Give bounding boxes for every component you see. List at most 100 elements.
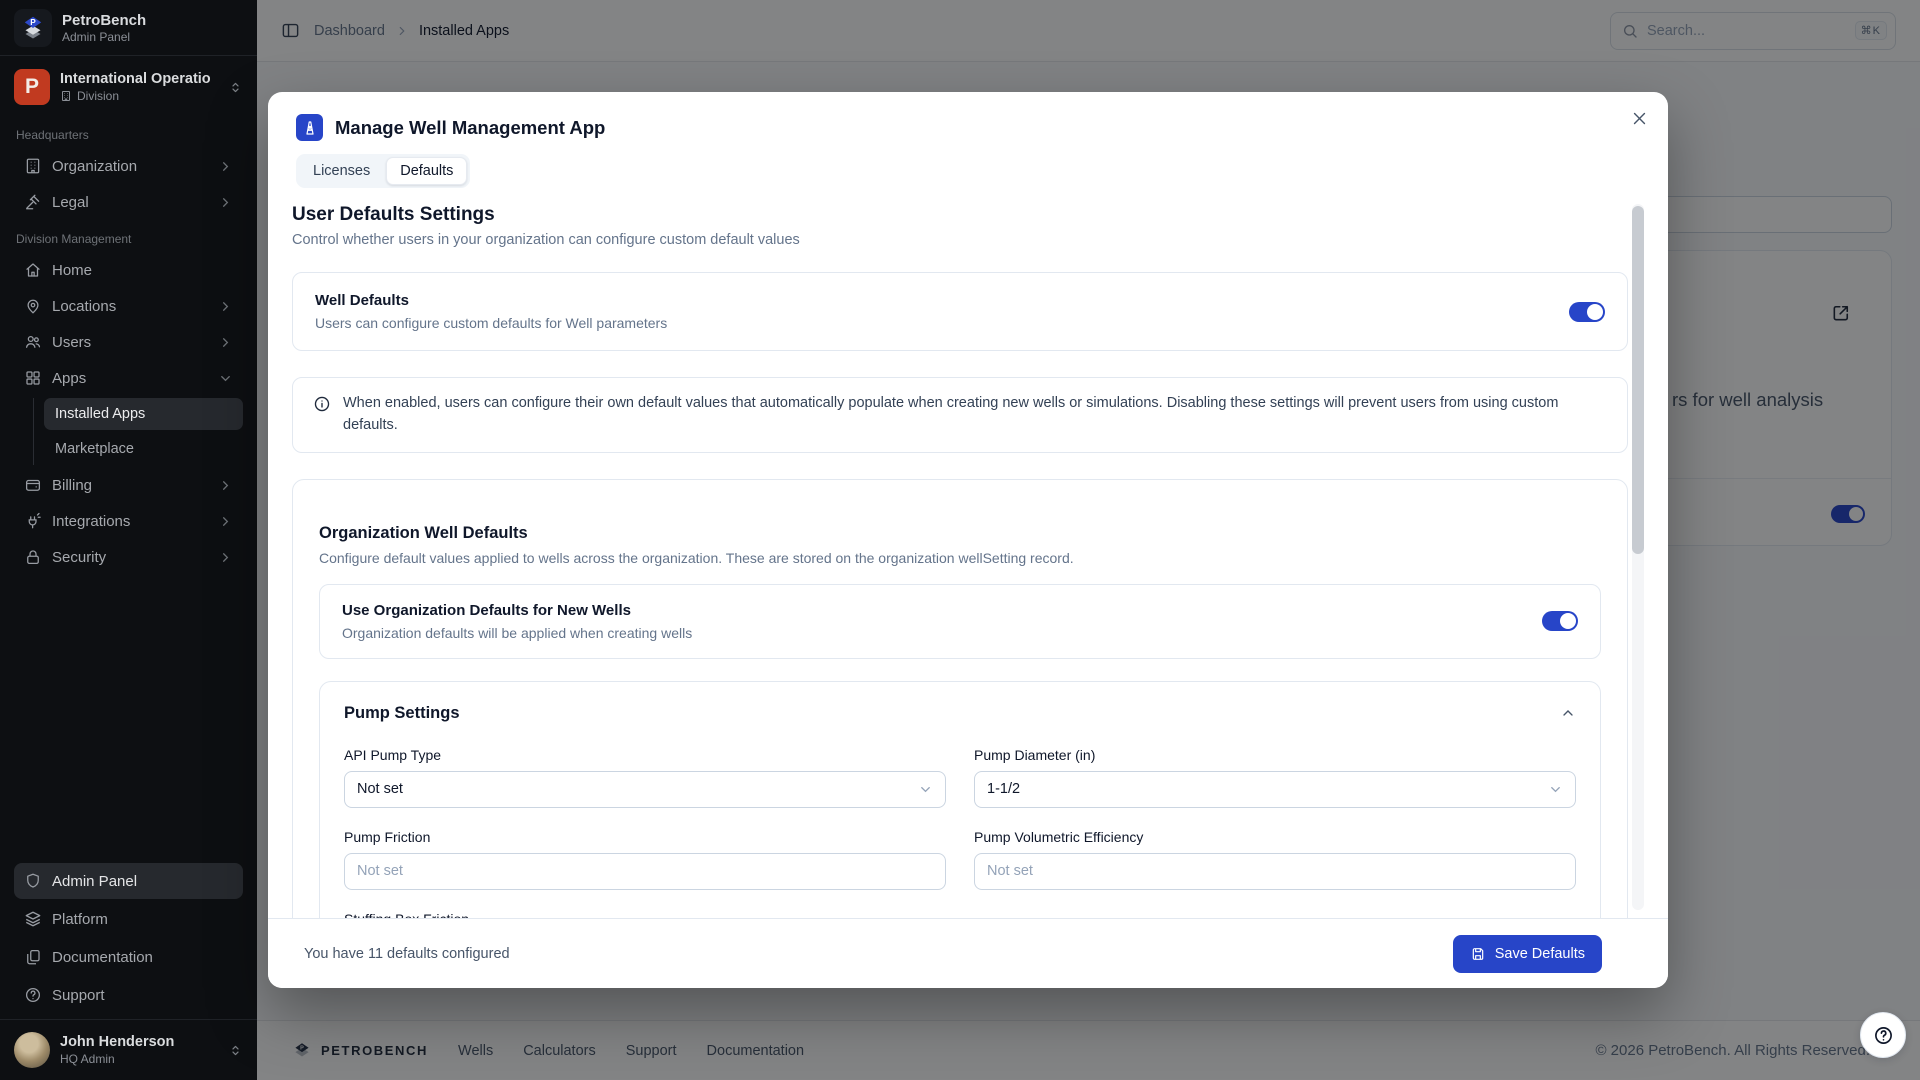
building-icon (24, 157, 42, 175)
sidebar-item-legal[interactable]: Legal (14, 184, 243, 220)
dialog-header: Manage Well Management App (296, 114, 605, 141)
lock-icon (24, 548, 42, 566)
sidebar-item-locations[interactable]: Locations (14, 288, 243, 324)
select-value: 1-1/2 (987, 781, 1020, 797)
scrollbar-thumb[interactable] (1632, 206, 1644, 554)
sidebar-bottom-group: Admin Panel Platform Documentation Suppo… (14, 863, 243, 1013)
user-role: HQ Admin (60, 1052, 174, 1066)
sidebar-item-label: Legal (52, 194, 89, 211)
apps-submenu: Installed Apps Marketplace (33, 398, 243, 465)
user-menu[interactable]: John Henderson HQ Admin (0, 1019, 257, 1080)
svg-text:P: P (30, 18, 36, 27)
pump-settings-card: Pump Settings API Pump Type Not set Pump… (319, 681, 1601, 919)
chevron-right-icon (218, 335, 233, 350)
sidebar-item-platform[interactable]: Platform (14, 901, 243, 937)
nav-section-label: Headquarters (16, 128, 241, 142)
sidebar-item-support[interactable]: Support (14, 977, 243, 1013)
close-icon[interactable] (1631, 110, 1648, 127)
well-defaults-toggle[interactable] (1569, 302, 1605, 322)
sidebar-item-users[interactable]: Users (14, 324, 243, 360)
select-value: Not set (357, 781, 403, 797)
org-type: Division (77, 89, 119, 103)
layers-diamond-logo-icon: P (18, 13, 48, 43)
field-label: Pump Diameter (in) (974, 747, 1576, 763)
sidebar-subitem-label: Marketplace (55, 441, 134, 457)
save-icon (1470, 946, 1486, 962)
grid-icon (24, 369, 42, 387)
well-management-app-icon (296, 114, 323, 141)
map-pin-icon (24, 297, 42, 315)
well-defaults-description: Users can configure custom defaults for … (315, 315, 667, 331)
sidebar-item-marketplace[interactable]: Marketplace (44, 433, 243, 465)
tab-licenses[interactable]: Licenses (299, 157, 384, 185)
sidebar-item-label: Documentation (52, 949, 153, 966)
sidebar-item-organization[interactable]: Organization (14, 148, 243, 184)
dialog-tabs: Licenses Defaults (296, 154, 470, 188)
layers-icon (24, 910, 42, 928)
use-org-defaults-toggle[interactable] (1542, 611, 1578, 631)
manage-app-dialog: Manage Well Management App Licenses Defa… (268, 92, 1668, 988)
sidebar-item-admin-panel[interactable]: Admin Panel (14, 863, 243, 899)
gavel-icon (24, 193, 42, 211)
petrobench-logo: P (14, 9, 52, 47)
wallet-icon (24, 476, 42, 494)
shield-icon (24, 872, 42, 890)
pump-friction-input[interactable] (344, 853, 946, 890)
help-button[interactable] (1860, 1012, 1906, 1058)
sidebar-item-integrations[interactable]: Integrations (14, 503, 243, 539)
app-subtitle: Admin Panel (62, 30, 146, 44)
sidebar-subitem-label: Installed Apps (55, 406, 145, 422)
org-name: International Operatio (60, 71, 210, 87)
sidebar-item-label: Apps (52, 370, 86, 387)
field-pump-friction: Pump Friction (344, 829, 946, 890)
plug-icon (24, 512, 42, 530)
field-label: API Pump Type (344, 747, 946, 763)
chevron-right-icon (218, 195, 233, 210)
defaults-count-status: You have 11 defaults configured (304, 946, 510, 962)
chevron-down-icon (218, 371, 233, 386)
use-org-defaults-title: Use Organization Defaults for New Wells (342, 602, 692, 619)
api-pump-type-select[interactable]: Not set (344, 771, 946, 808)
chevron-up-icon[interactable] (1560, 705, 1576, 721)
info-note: When enabled, users can configure their … (292, 377, 1628, 453)
sidebar-item-apps[interactable]: Apps (14, 360, 243, 396)
dialog-title: Manage Well Management App (335, 117, 605, 139)
org-switcher[interactable]: P International Operatio Division (0, 56, 257, 114)
help-circle-icon (24, 986, 42, 1004)
field-label: Stuffing Box Friction (344, 911, 946, 919)
well-defaults-title: Well Defaults (315, 292, 667, 309)
tab-defaults[interactable]: Defaults (386, 157, 467, 185)
building-small-icon (60, 90, 72, 102)
sidebar: P PetroBench Admin Panel P International… (0, 0, 257, 1080)
sidebar-item-installed-apps[interactable]: Installed Apps (44, 398, 243, 430)
chevron-right-icon (218, 159, 233, 174)
sidebar-item-billing[interactable]: Billing (14, 467, 243, 503)
sidebar-item-label: Home (52, 262, 92, 279)
sidebar-item-label: Integrations (52, 513, 130, 530)
org-defaults-heading: Organization Well Defaults (319, 524, 1601, 543)
field-api-pump-type: API Pump Type Not set (344, 747, 946, 808)
pump-volumetric-efficiency-input[interactable] (974, 853, 1576, 890)
user-defaults-heading: User Defaults Settings (292, 204, 1628, 226)
pump-settings-heading: Pump Settings (344, 704, 460, 723)
sidebar-item-label: Admin Panel (52, 873, 137, 890)
sidebar-item-home[interactable]: Home (14, 252, 243, 288)
sidebar-item-security[interactable]: Security (14, 539, 243, 575)
sidebar-nav: Headquarters Organization Legal Division… (0, 114, 257, 1019)
pages-icon (24, 948, 42, 966)
sidebar-header: P PetroBench Admin Panel (0, 0, 257, 56)
pump-settings-grid: API Pump Type Not set Pump Diameter (in)… (340, 747, 1580, 919)
save-defaults-button[interactable]: Save Defaults (1453, 935, 1602, 973)
sidebar-item-label: Billing (52, 477, 92, 494)
sidebar-item-label: Users (52, 334, 91, 351)
chevron-right-icon (218, 478, 233, 493)
home-icon (24, 261, 42, 279)
use-org-defaults-card: Use Organization Defaults for New Wells … (319, 584, 1601, 659)
chevron-down-icon (918, 782, 933, 797)
org-logo: P (14, 69, 50, 105)
sidebar-item-documentation[interactable]: Documentation (14, 939, 243, 975)
chevron-right-icon (218, 550, 233, 565)
avatar (14, 1032, 50, 1068)
chevron-right-icon (218, 514, 233, 529)
pump-diameter-select[interactable]: 1-1/2 (974, 771, 1576, 808)
